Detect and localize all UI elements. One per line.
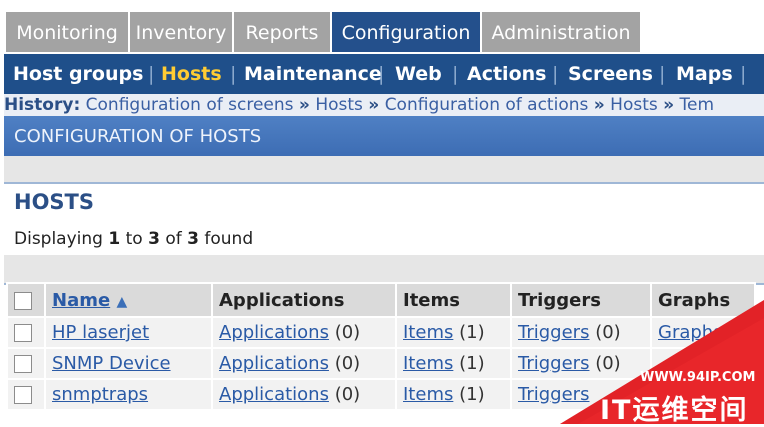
applications-count: (0) <box>334 384 361 405</box>
history-link[interactable]: Hosts <box>610 95 658 115</box>
subnav-separator: | <box>659 63 666 85</box>
items-count: (1) <box>459 353 485 374</box>
displaying-to: 3 <box>148 229 160 249</box>
displaying-of-word: of <box>165 229 182 249</box>
section-title: HOSTS <box>14 190 95 214</box>
subnav-host-groups[interactable]: Host groups <box>13 54 143 94</box>
breadcrumb-separator: » <box>298 95 310 115</box>
subnav-separator: | <box>740 63 747 85</box>
items-link[interactable]: Items <box>403 384 453 405</box>
breadcrumb: History: Configuration of screens » Host… <box>4 94 764 116</box>
items-cell: Items (1) <box>395 347 512 380</box>
subnav-separator: | <box>230 63 237 85</box>
history-link[interactable]: Configuration of actions <box>385 95 589 115</box>
subnav-screens[interactable]: Screens <box>568 54 653 94</box>
subnav-separator: | <box>452 63 459 85</box>
applications-cell: Applications (0) <box>211 347 397 380</box>
breadcrumb-separator: » <box>663 95 675 115</box>
displaying-prefix: Displaying <box>14 229 103 249</box>
subnav-hosts[interactable]: Hosts <box>161 54 222 94</box>
page-title: CONFIGURATION OF HOSTS <box>4 116 764 156</box>
row-checkbox[interactable] <box>14 355 32 373</box>
tab-administration[interactable]: Administration <box>482 12 642 52</box>
subnav-maintenance[interactable]: Maintenance <box>244 54 382 94</box>
sub-menu: Host groups | Hosts | Maintenance | Web … <box>4 54 764 94</box>
tab-configuration[interactable]: Configuration <box>332 12 482 52</box>
column-header-items: Items <box>395 282 512 318</box>
row-select-cell <box>6 316 46 349</box>
displaying-to-word: to <box>125 229 143 249</box>
applications-count: (0) <box>334 322 361 343</box>
applications-link[interactable]: Applications <box>219 353 329 374</box>
host-name-cell: SNMP Device <box>44 347 213 380</box>
select-all-cell <box>6 282 46 318</box>
select-all-checkbox[interactable] <box>14 291 32 310</box>
tab-monitoring[interactable]: Monitoring <box>6 12 130 52</box>
host-name-link[interactable]: SNMP Device <box>52 353 171 374</box>
host-name-cell: HP laserjet <box>44 316 213 349</box>
subnav-web[interactable]: Web <box>395 54 442 94</box>
subnav-actions[interactable]: Actions <box>467 54 546 94</box>
row-select-cell <box>6 347 46 380</box>
history-link[interactable]: Hosts <box>315 95 363 115</box>
items-count: (1) <box>459 384 485 405</box>
watermark-text: IT运维空间 <box>600 395 749 426</box>
applications-link[interactable]: Applications <box>219 384 329 405</box>
history-link[interactable]: Tem <box>680 95 715 115</box>
subnav-separator: | <box>148 63 155 85</box>
watermark-url: WWW.94IP.COM <box>640 370 756 385</box>
items-cell: Items (1) <box>395 316 512 349</box>
subnav-separator: | <box>378 63 385 85</box>
applications-cell: Applications (0) <box>211 378 397 411</box>
main-menu: Monitoring Inventory Reports Configurati… <box>0 0 764 52</box>
column-header-name[interactable]: Name ▲ <box>44 282 213 318</box>
applications-count: (0) <box>334 353 361 374</box>
table-toolbar <box>4 255 764 285</box>
items-link[interactable]: Items <box>403 322 453 343</box>
row-checkbox[interactable] <box>14 324 32 342</box>
host-name-link[interactable]: snmptraps <box>52 384 148 405</box>
tab-inventory[interactable]: Inventory <box>130 12 234 52</box>
row-select-cell <box>6 378 46 411</box>
displaying-suffix: found <box>204 229 254 249</box>
items-cell: Items (1) <box>395 378 512 411</box>
host-name-link[interactable]: HP laserjet <box>52 322 149 343</box>
column-header-applications: Applications <box>211 282 397 318</box>
host-name-cell: snmptraps <box>44 378 213 411</box>
toolbar-area <box>4 156 764 184</box>
breadcrumb-separator: » <box>368 95 380 115</box>
subnav-maps[interactable]: Maps <box>676 54 733 94</box>
displaying-total: 3 <box>187 229 199 249</box>
applications-link[interactable]: Applications <box>219 322 329 343</box>
subnav-separator: | <box>552 63 559 85</box>
row-checkbox[interactable] <box>14 386 32 404</box>
displaying-count: Displaying 1 to 3 of 3 found <box>14 229 253 249</box>
items-count: (1) <box>459 322 485 343</box>
items-link[interactable]: Items <box>403 353 453 374</box>
history-link[interactable]: Configuration of screens <box>86 95 294 115</box>
applications-cell: Applications (0) <box>211 316 397 349</box>
displaying-from: 1 <box>108 229 121 249</box>
sort-ascending-icon: ▲ <box>116 293 128 310</box>
breadcrumb-separator: » <box>593 95 605 115</box>
history-label: History: <box>4 95 81 115</box>
tab-reports[interactable]: Reports <box>234 12 332 52</box>
sort-by-name-link[interactable]: Name <box>52 290 110 311</box>
